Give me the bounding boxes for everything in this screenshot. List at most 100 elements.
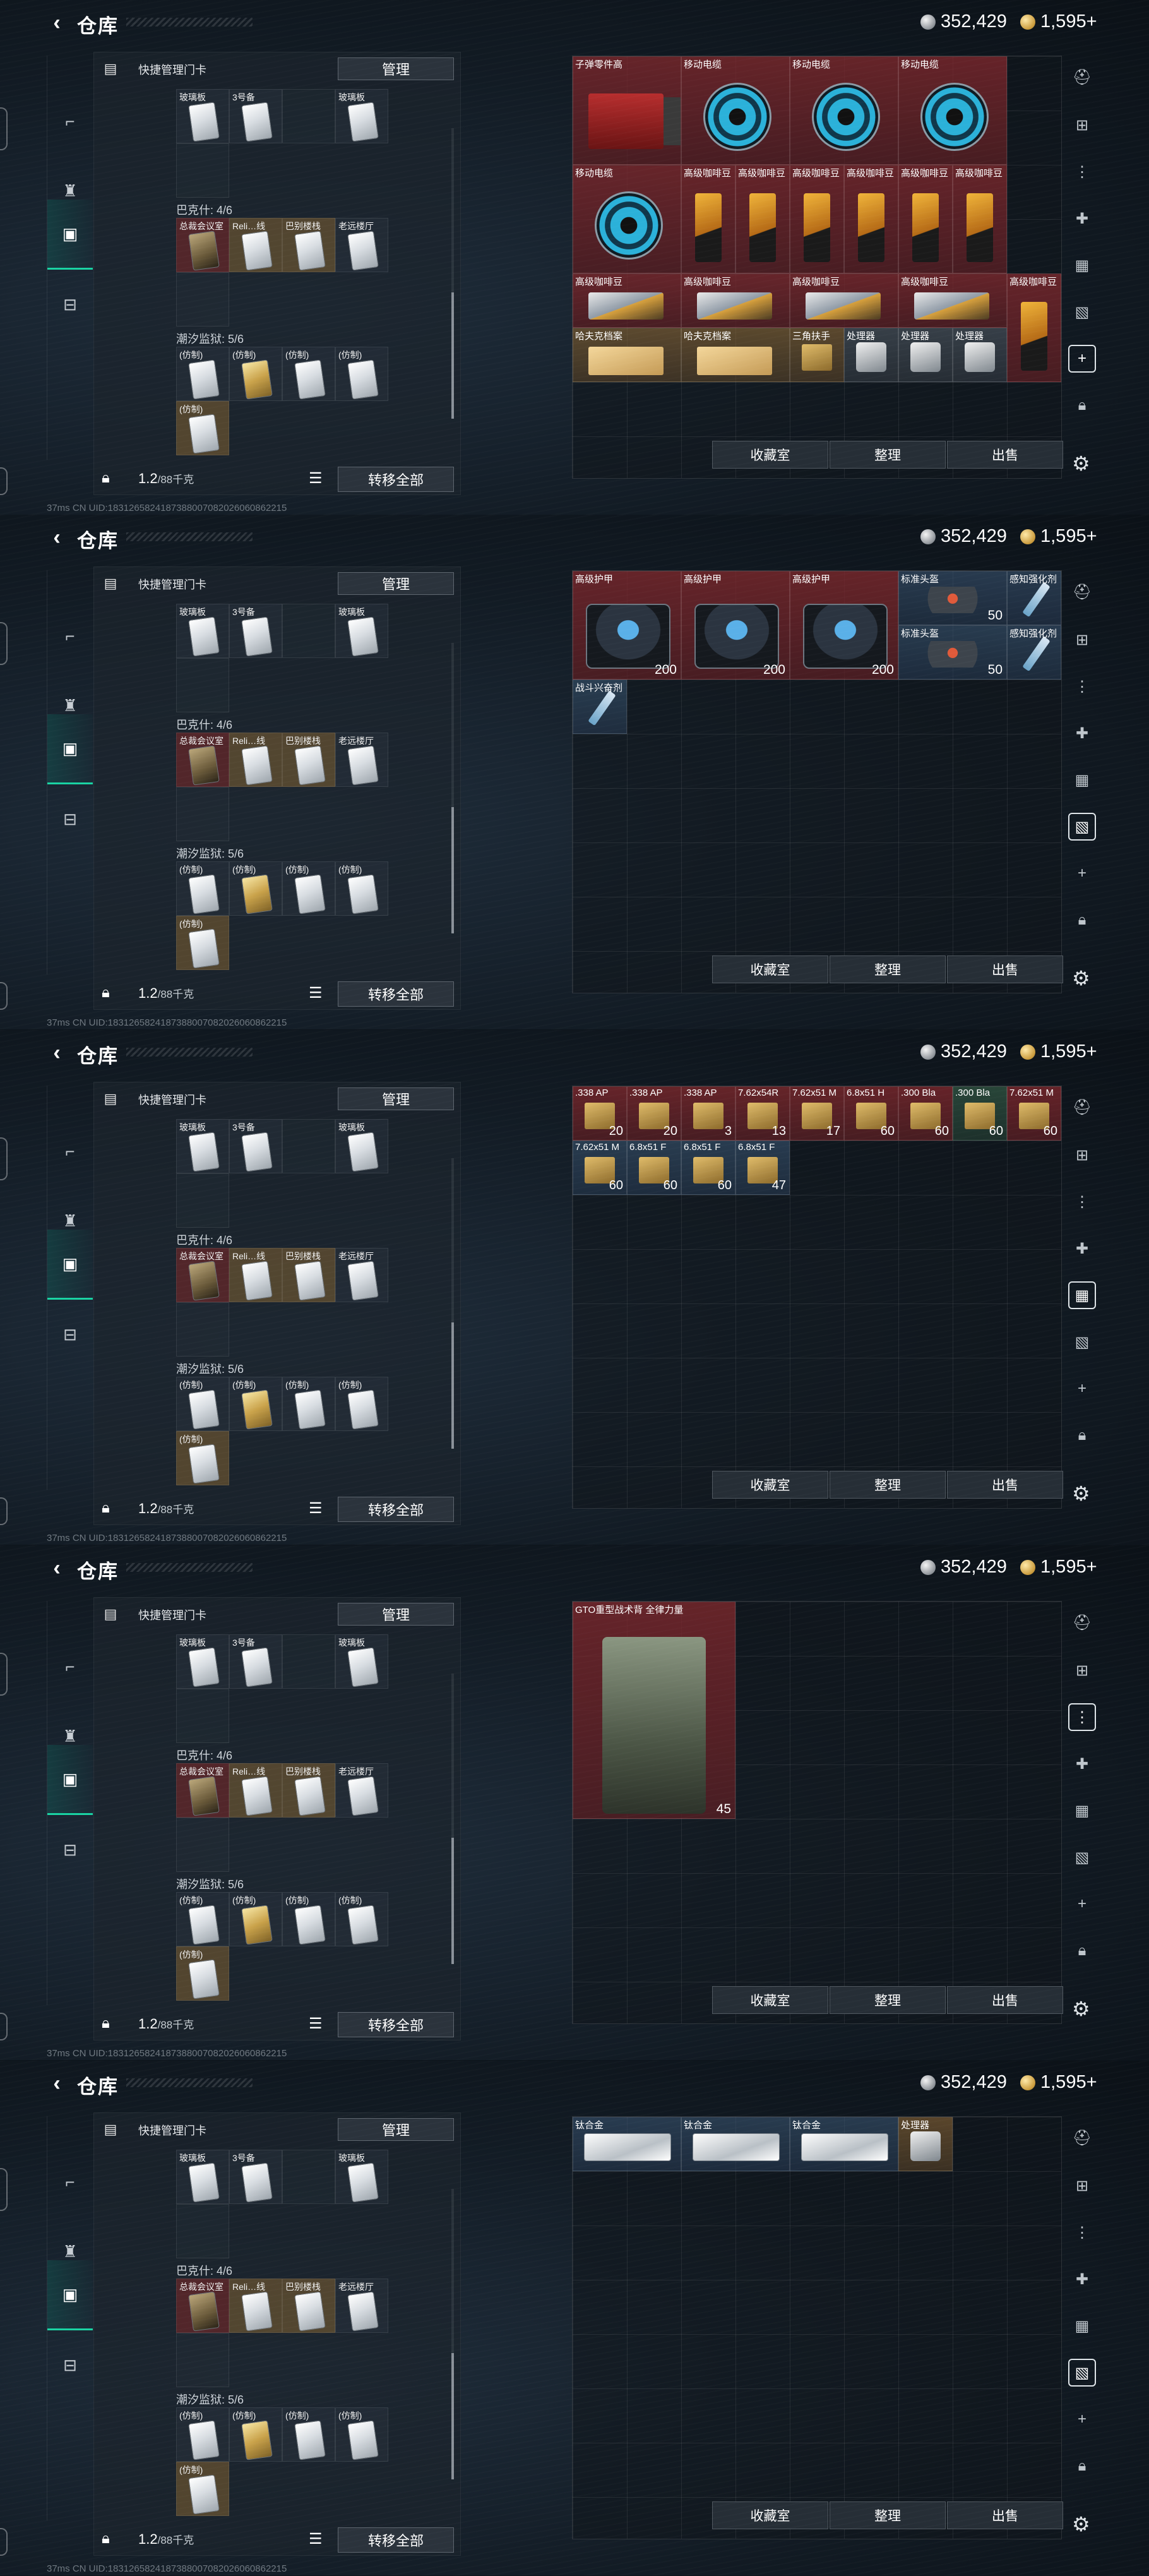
inventory-item[interactable]: 钛合金 — [573, 2117, 681, 2171]
inventory-item[interactable]: .338 AP 20 — [627, 1086, 681, 1141]
inventory-item[interactable]: 移动电缆 — [681, 56, 790, 165]
storage-icon[interactable]: ⊞ — [1068, 1141, 1096, 1169]
scrollbar-thumb[interactable] — [451, 1838, 454, 1964]
crate-icon[interactable]: ▧ — [1068, 298, 1096, 326]
storage-icon[interactable]: ⊞ — [1068, 2172, 1096, 2200]
organize-button[interactable]: 整理 — [830, 2501, 946, 2529]
storage-icon[interactable]: ⊞ — [1068, 626, 1096, 654]
edge-handle[interactable] — [0, 2013, 8, 2040]
keycard-slot-empty[interactable] — [282, 2150, 335, 2204]
ammo-icon[interactable]: ⋮ — [1068, 1188, 1096, 1216]
sell-button[interactable]: 出售 — [947, 2501, 1063, 2529]
keycard-slot[interactable]: 3号备 — [229, 89, 282, 143]
organize-button[interactable]: 整理 — [830, 1471, 946, 1499]
keycard-slot[interactable]: 总裁会议室 — [176, 1248, 229, 1302]
crate-icon[interactable]: ▧ — [1068, 1328, 1096, 1356]
transfer-all-button[interactable]: 转移全部 — [338, 2527, 454, 2553]
keycard-slot[interactable]: 老远楼厅 — [335, 218, 388, 272]
back-icon[interactable]: ‹ — [45, 2072, 68, 2095]
tab-backpack[interactable]: ▣ — [47, 2260, 93, 2330]
inventory-item[interactable]: 7.62x51 M 17 — [790, 1086, 844, 1141]
ammo-icon[interactable]: ⋮ — [1068, 158, 1096, 186]
keycard-slot[interactable]: (仿制) — [229, 347, 282, 401]
keycard-slot[interactable]: (仿制) — [229, 1892, 282, 1946]
keycard-slot[interactable]: 3号备 — [229, 604, 282, 658]
edge-handle[interactable] — [0, 2168, 8, 2211]
keycard-slot-empty[interactable] — [176, 2333, 229, 2387]
plus-icon[interactable]: + — [1068, 860, 1096, 887]
keycard-slot-empty[interactable] — [282, 89, 335, 143]
lock-icon[interactable]: 🔒︎ — [1068, 2452, 1096, 2480]
inventory-item[interactable]: 高级咖啡豆 — [953, 165, 1007, 273]
gold-currency[interactable]: 1,595+ — [1020, 526, 1097, 547]
ammo-icon[interactable]: ⋮ — [1068, 673, 1096, 700]
keycard-slot[interactable]: (仿制) — [335, 1892, 388, 1946]
keycard-slot-empty[interactable] — [176, 1689, 229, 1743]
manage-button[interactable]: 管理 — [338, 2118, 454, 2141]
keycard-icon[interactable]: ▦ — [1068, 1797, 1096, 1824]
keycard-icon[interactable]: ▦ — [1068, 2312, 1096, 2340]
inventory-item[interactable]: 高级咖啡豆 — [844, 165, 898, 273]
keycard-slot[interactable]: Reli…线 — [229, 218, 282, 272]
scrollbar-thumb[interactable] — [451, 292, 454, 419]
lock-icon[interactable]: 🔒︎ — [102, 2015, 110, 2032]
keycard-slot[interactable]: 玻璃板 — [335, 1119, 388, 1173]
keycard-slot[interactable]: (仿制) — [176, 1377, 229, 1431]
manage-button[interactable]: 管理 — [338, 572, 454, 595]
inventory-item[interactable]: 高级咖啡豆 — [1007, 273, 1061, 382]
inventory-item[interactable]: 高级咖啡豆 — [790, 273, 898, 328]
collection-button[interactable]: 收藏室 — [712, 441, 828, 469]
keycard-slot[interactable]: (仿制) — [282, 1892, 335, 1946]
inventory-item[interactable]: 高级咖啡豆 — [681, 273, 790, 328]
inventory-item[interactable]: 感知强化剂 — [1007, 571, 1061, 625]
inventory-item[interactable]: 高级护甲 200 — [790, 571, 898, 680]
lock-icon[interactable]: 🔒︎ — [102, 2530, 110, 2548]
edge-handle[interactable] — [0, 2528, 8, 2556]
lock-icon[interactable]: 🔒︎ — [1068, 392, 1096, 419]
keycard-slot[interactable]: 玻璃板 — [176, 604, 229, 658]
medkit-icon[interactable]: ✚ — [1068, 719, 1096, 747]
collection-button[interactable]: 收藏室 — [712, 2501, 828, 2529]
inventory-item[interactable]: 移动电缆 — [573, 165, 681, 273]
inventory-item[interactable]: 子弹零件高 — [573, 56, 681, 165]
inventory-item[interactable]: 高级咖啡豆 — [898, 165, 953, 273]
tab-backpack[interactable]: ▣ — [47, 714, 93, 784]
gold-currency[interactable]: 1,595+ — [1020, 11, 1097, 32]
tab-toolbox[interactable]: ⊟ — [47, 270, 93, 338]
tab-weapons[interactable]: ⌐ — [47, 2148, 93, 2216]
keycard-slot[interactable]: (仿制) — [176, 1892, 229, 1946]
keycard-slot-empty[interactable] — [176, 658, 229, 712]
lock-icon[interactable]: 🔒︎ — [102, 469, 110, 487]
tab-weapons[interactable]: ⌐ — [47, 1632, 93, 1701]
inventory-item[interactable]: 移动电缆 — [898, 56, 1007, 165]
back-icon[interactable]: ‹ — [45, 1557, 68, 1579]
inventory-item[interactable]: 7.62x51 M 60 — [1007, 1086, 1061, 1141]
inventory-item[interactable]: 标准头盔 50 — [898, 625, 1007, 680]
keycard-slot[interactable]: 玻璃板 — [176, 1634, 229, 1689]
back-icon[interactable]: ‹ — [45, 1041, 68, 1064]
tab-weapons[interactable]: ⌐ — [47, 87, 93, 155]
edge-handle[interactable] — [0, 622, 8, 665]
gear-icon[interactable]: ⚙ — [1072, 1997, 1090, 2021]
inventory-item[interactable]: 钛合金 — [790, 2117, 898, 2171]
tab-toolbox[interactable]: ⊟ — [47, 785, 93, 853]
medkit-icon[interactable]: ✚ — [1068, 205, 1096, 232]
gold-currency[interactable]: 1,595+ — [1020, 1557, 1097, 1578]
transfer-all-button[interactable]: 转移全部 — [338, 1497, 454, 1522]
scrollbar-thumb[interactable] — [451, 1322, 454, 1449]
list-icon[interactable]: ☰ — [309, 2530, 323, 2548]
inventory-item[interactable]: 7.62x51 M 60 — [573, 1141, 627, 1195]
tab-backpack[interactable]: ▣ — [47, 200, 93, 270]
keycard-icon[interactable]: ▦ — [1068, 251, 1096, 279]
keycard-slot[interactable]: Reli…线 — [229, 1763, 282, 1818]
keycard-slot-empty[interactable] — [282, 1634, 335, 1689]
helmet-icon[interactable]: ⛑︎ — [1068, 2124, 1096, 2152]
tab-toolbox[interactable]: ⊟ — [47, 1816, 93, 1884]
list-icon[interactable]: ☰ — [309, 1499, 323, 1518]
edge-handle[interactable] — [0, 107, 8, 150]
inventory-item[interactable]: 6.8x51 F 60 — [681, 1141, 735, 1195]
ammo-icon[interactable]: ⋮ — [1068, 2219, 1096, 2246]
organize-button[interactable]: 整理 — [830, 441, 946, 469]
plus-icon[interactable]: + — [1068, 345, 1096, 373]
keycard-slot[interactable]: 玻璃板 — [335, 1634, 388, 1689]
